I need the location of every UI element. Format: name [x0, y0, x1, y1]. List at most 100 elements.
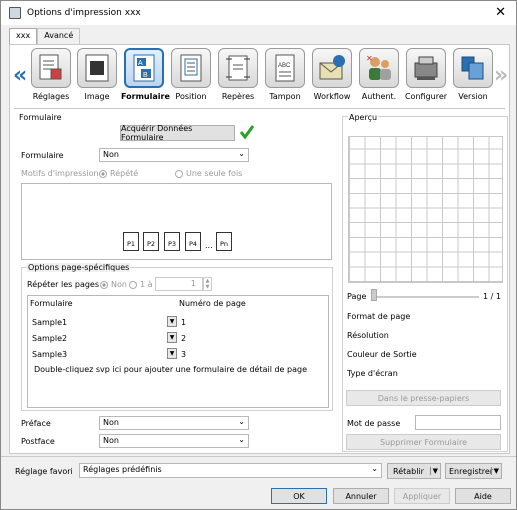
cancel-button[interactable]: Annuler: [333, 488, 389, 504]
formulaire-group-label: Formulaire: [19, 113, 62, 122]
acquire-form-data-button[interactable]: Acquérir Données Formulaire: [120, 124, 235, 142]
postface-label: Postface: [21, 437, 55, 446]
apply-button[interactable]: Appliquer: [394, 488, 450, 504]
motif-label: Motifs d'impression: [21, 169, 99, 178]
svg-text:ABC: ABC: [278, 63, 291, 69]
page-slider-handle[interactable]: [371, 289, 377, 301]
svg-text:B: B: [143, 72, 148, 79]
ellipsis: ...: [205, 241, 213, 250]
chevron-down-icon: ⌄: [238, 435, 245, 444]
enregistrer-label: Enregistrer: [449, 466, 494, 476]
toolbar-reperes[interactable]: Repères: [215, 48, 261, 106]
toolbar-configurer[interactable]: Configurer: [403, 48, 449, 106]
retablir-button[interactable]: Rétablir ▼: [387, 463, 441, 479]
settings-icon: [39, 54, 62, 80]
range-value: 1: [190, 279, 196, 288]
repeat-non-radio[interactable]: Non: [100, 280, 127, 289]
favorite-label: Réglage favori: [15, 467, 73, 476]
chevron-down-icon: ⌄: [371, 464, 378, 473]
toolbar-formulaire[interactable]: AB Formulaire: [121, 48, 170, 106]
toolbar-label: Tampon: [269, 92, 301, 101]
repeat-range-radio[interactable]: 1 à: [129, 280, 153, 289]
password-input[interactable]: [415, 415, 501, 430]
chevron-down-icon[interactable]: ▼: [167, 316, 177, 327]
table-header-page: Numéro de page: [179, 299, 246, 308]
couleur-label: Couleur de Sortie: [347, 350, 417, 359]
table-row-form[interactable]: Sample1: [32, 318, 67, 327]
tab-strip: xxx Avancé: [9, 28, 81, 45]
page-thumb: Pn: [216, 232, 232, 251]
preview-page-label: Page: [347, 292, 367, 301]
page-form-table: Formulaire Numéro de page Sample1 ▼ 1 Sa…: [27, 295, 329, 408]
svg-text:✕: ✕: [366, 54, 373, 63]
motif-repeat-radio[interactable]: Répété: [99, 169, 138, 178]
close-icon[interactable]: ✕: [495, 5, 506, 20]
preface-select[interactable]: Non ⌄: [99, 416, 249, 430]
preface-select-value: Non: [103, 418, 119, 427]
page-thumb: P3: [164, 232, 180, 251]
scroll-right-icon[interactable]: »: [494, 63, 508, 88]
title-bar: Options d'impression xxx ✕: [1, 1, 516, 25]
table-row-num[interactable]: 1: [181, 318, 186, 327]
toolbar-tampon[interactable]: ABC Tampon: [262, 48, 308, 106]
form-label: Formulaire: [21, 151, 64, 160]
postface-select-value: Non: [103, 436, 119, 445]
workflow-icon: [319, 55, 345, 80]
chevron-down-icon[interactable]: ▼: [167, 332, 177, 343]
toolbar-label: Version: [458, 92, 488, 101]
scroll-left-icon[interactable]: «: [13, 63, 27, 88]
postface-select[interactable]: Non ⌄: [99, 434, 249, 448]
toolbar-version[interactable]: Version: [450, 48, 496, 106]
toolbar-authent[interactable]: ✕ Authent.: [356, 48, 402, 106]
motif-once-radio[interactable]: Une seule fois: [175, 169, 242, 178]
icon-toolbar: « Réglages Image AB Formulaire Position …: [10, 45, 509, 109]
printer-config-icon: [414, 56, 438, 80]
ok-button[interactable]: OK: [271, 488, 327, 504]
range-input[interactable]: 1: [155, 277, 203, 291]
toolbar-workflow[interactable]: Workflow: [309, 48, 355, 106]
table-row-num[interactable]: 3: [181, 350, 186, 359]
toolbar-label: Configurer: [404, 92, 448, 101]
range-spinner[interactable]: ▲ ▼: [203, 277, 212, 291]
help-button[interactable]: Aide: [455, 488, 511, 504]
chevron-down-icon[interactable]: ▼: [167, 348, 177, 359]
tab-xxx[interactable]: xxx: [9, 28, 38, 45]
dropdown-arrow-icon[interactable]: ▼: [490, 467, 499, 475]
page-options-label: Options page-spécifiques: [27, 263, 131, 272]
table-header-form: Formulaire: [30, 299, 73, 308]
ecran-label: Type d'écran: [347, 369, 398, 378]
delete-form-button[interactable]: Supprimer Formulaire: [346, 434, 501, 450]
toolbar-image[interactable]: Image: [74, 48, 120, 106]
radio-icon: [100, 280, 108, 289]
toolbar-reglages[interactable]: Réglages: [28, 48, 74, 106]
preface-label: Préface: [21, 419, 51, 428]
svg-text:A: A: [138, 60, 143, 67]
repeat-range-label: 1 à: [140, 280, 153, 289]
chevron-down-icon: ⌄: [238, 417, 245, 426]
table-row-form[interactable]: Sample3: [32, 350, 67, 359]
image-icon: [85, 54, 109, 82]
repeat-non-label: Non: [111, 280, 127, 289]
password-label: Mot de passe: [347, 419, 401, 428]
format-label: Format de page: [347, 312, 411, 321]
page-thumb: P1: [123, 232, 139, 251]
tab-avance[interactable]: Avancé: [37, 28, 81, 44]
copy-to-clipboard-button[interactable]: Dans le presse-papiers: [346, 390, 501, 406]
favorite-select[interactable]: Réglages prédéfinis ⌄: [79, 463, 382, 478]
form-select-value: Non: [103, 150, 119, 159]
table-row-num[interactable]: 2: [181, 334, 186, 343]
table-row-form[interactable]: Sample2: [32, 334, 67, 343]
enregistrer-button[interactable]: Enregistrer ▼: [445, 463, 502, 479]
window-title: Options d'impression xxx: [27, 8, 141, 18]
stamp-icon: ABC: [275, 54, 295, 82]
toolbar-position[interactable]: Position: [168, 48, 214, 106]
users-icon: ✕: [366, 54, 391, 80]
toolbar-label: Image: [84, 92, 110, 101]
page-slider-track[interactable]: [373, 296, 479, 298]
chevron-down-icon: ⌄: [238, 149, 245, 158]
radio-icon: [175, 169, 183, 178]
add-form-hint[interactable]: Double-cliquez svp ici pour ajouter une …: [34, 365, 307, 374]
toolbar-label: Authent.: [361, 92, 397, 101]
form-select[interactable]: Non ⌄: [99, 148, 249, 162]
dropdown-arrow-icon[interactable]: ▼: [429, 467, 438, 475]
